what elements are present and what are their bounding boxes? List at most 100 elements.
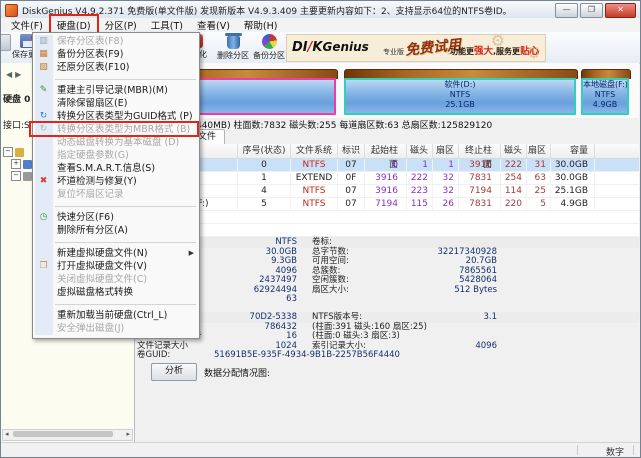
- backup-partition-button[interactable]: 备份分区: [249, 34, 289, 61]
- backup-partition-label: 备份分区: [253, 50, 285, 61]
- detail-value: 62924494: [212, 286, 297, 296]
- detail-value: 63: [212, 295, 297, 305]
- table-header-row: 序号(状态)文件系统标识起始柱面磁头扇区终止柱面磁头扇区容量: [134, 144, 639, 159]
- table-row[interactable]: 扩展分区1EXTEND0F39162223278312546330.0GB: [134, 172, 639, 185]
- column-header[interactable]: 标识: [338, 144, 365, 158]
- table-row[interactable]: 系统(C:)0NTFS0701139162223130.0GB: [134, 159, 639, 172]
- menu-item-open-vdisk-file[interactable]: ❐打开虚拟硬盘文件(V): [33, 260, 199, 273]
- column-header[interactable]: 扇区: [433, 144, 459, 158]
- menu-item-dynamic-to-basic[interactable]: 动态磁盘转换为基本磁盘 (D): [33, 136, 199, 149]
- detail-row: 62924494扇区大小:512 Bytes: [134, 286, 639, 296]
- table-cell: 1: [238, 172, 291, 184]
- partition-block[interactable]: 本地磁盘(F:)NTFS4.9GB: [581, 78, 629, 115]
- menu-item-convert-to-mbr[interactable]: ↻转换分区表类型为MBR格式 (B): [33, 123, 199, 136]
- backup-table-icon: ▦: [37, 48, 50, 61]
- menu-disk[interactable]: 硬盘(D): [50, 17, 98, 33]
- menu-item-restore-partition-table[interactable]: ▨ 还原分区表(F10): [33, 61, 199, 74]
- menu-item-delete-all-partitions[interactable]: 删除所有分区(A): [33, 224, 199, 237]
- detail-value: 51691B5E-935F-4934-9B1B-2257B56F4440: [212, 351, 400, 361]
- menu-item-new-vdisk-file[interactable]: 新建虚拟硬盘文件(N)▶: [33, 247, 199, 260]
- menu-item-save-partition-table[interactable]: ▥保存分区表(F8): [33, 35, 199, 48]
- detail-value: 512 Bytes: [427, 286, 497, 296]
- restore-table-icon: ▨: [37, 61, 50, 74]
- restore-button[interactable]: ❐: [580, 3, 603, 18]
- tree-node-partition[interactable]: +: [11, 159, 32, 169]
- menu-item-label: 快速分区(F6): [57, 212, 114, 223]
- scroll-right-icon[interactable]: ▸: [126, 430, 130, 439]
- menu-partition[interactable]: 分区(P): [98, 17, 144, 33]
- partition-block-label: 4.9GB: [583, 100, 627, 110]
- menu-item-label: 保存分区表(F8): [57, 36, 123, 47]
- column-header[interactable]: 序号(状态): [238, 144, 291, 158]
- nav-back-icon[interactable]: ◀: [6, 70, 15, 79]
- menu-item-close-vdisk-file[interactable]: 关闭虚拟硬盘文件(C): [33, 273, 199, 286]
- minimize-button[interactable]: —: [555, 3, 578, 18]
- detail-row: 卷GUID:51691B5E-935F-4934-9B1B-2257B56F44…: [134, 351, 639, 361]
- table-cell: 254: [501, 172, 527, 184]
- table-cell: 32: [433, 172, 459, 184]
- collapse-icon[interactable]: −: [3, 147, 13, 157]
- scroll-left-icon[interactable]: ◂: [5, 430, 9, 439]
- menu-item-set-disk-params[interactable]: 指定硬盘参数(G): [33, 149, 199, 162]
- menu-view[interactable]: 查看(V): [190, 17, 237, 33]
- menu-item-quick-partition[interactable]: ◷快速分区(F6): [33, 211, 199, 224]
- menu-item-clear-reserved-sectors[interactable]: 清除保留扇区(E): [33, 97, 199, 110]
- tree-node-disk[interactable]: −: [3, 147, 24, 157]
- detail-row: 30.0GB总字节数:32217340928: [134, 248, 639, 258]
- menu-tools[interactable]: 工具(T): [144, 17, 190, 33]
- close-button[interactable]: ✕: [605, 3, 636, 18]
- table-row[interactable]: 软件(D:)4NTFS0739162233271941142525.1GB: [134, 185, 639, 198]
- column-header[interactable]: 容量: [551, 144, 595, 158]
- menu-separator: [55, 237, 196, 243]
- menu-item-reset-bad-sector-record[interactable]: 复位坏扇区记录: [33, 188, 199, 201]
- submenu-arrow-icon: ▶: [189, 247, 194, 260]
- nav-arrows[interactable]: ◀▶: [6, 70, 24, 79]
- table-cell: 0: [238, 159, 291, 171]
- collapse-icon[interactable]: −: [11, 171, 21, 181]
- table-cell: 222: [407, 172, 433, 184]
- menu-item-label: 坏道检测与修复(Y): [57, 176, 137, 187]
- menu-item-label: 转换分区表类型为MBR格式 (B): [57, 124, 190, 135]
- menu-file[interactable]: 文件(F): [4, 17, 50, 33]
- column-header[interactable]: 磁头: [501, 144, 527, 158]
- menu-item-label: 还原分区表(F10): [57, 62, 129, 73]
- delete-partition-button[interactable]: 删除分区: [213, 34, 253, 61]
- column-header[interactable]: 扇区: [527, 144, 551, 158]
- column-header[interactable]: 起始柱面: [365, 144, 407, 158]
- column-header[interactable]: 终止柱面: [459, 144, 501, 158]
- table-cell: 1: [407, 159, 433, 171]
- rebuild-mbr-icon: ✎: [37, 84, 50, 97]
- menu-item-view-smart-info[interactable]: 查看S.M.A.R.T.信息(S): [33, 162, 199, 175]
- table-cell: EXTEND: [291, 172, 338, 184]
- column-header[interactable]: 磁头: [407, 144, 433, 158]
- nav-forward-icon[interactable]: ▶: [15, 70, 24, 79]
- partition-block-label: 软件(D:): [346, 80, 574, 90]
- table-cell: 4: [238, 185, 291, 197]
- table-cell: 07: [338, 198, 365, 210]
- detail-row: 4096总簇数:7865561: [134, 267, 639, 277]
- table-row[interactable]: 本地磁盘(F:)5NTFS07719411526783122054.9GB: [134, 198, 639, 211]
- menu-separator: [55, 201, 196, 207]
- menu-item-backup-partition-table[interactable]: ▦备份分区表(F9): [33, 48, 199, 61]
- menu-help[interactable]: 帮助(H): [237, 17, 285, 33]
- column-header[interactable]: 文件系统: [291, 144, 338, 158]
- detail-value: 3.1: [427, 312, 497, 323]
- menu-item-vdisk-format-convert[interactable]: 虚拟磁盘格式转换: [33, 286, 199, 299]
- table-cell: 0F: [338, 172, 365, 184]
- menu-item-safe-eject-disk[interactable]: 安全弹出磁盘(J): [33, 322, 199, 335]
- menu-bar: 文件(F) 硬盘(D) 分区(P) 工具(T) 查看(V) 帮助(H): [1, 18, 640, 33]
- scrollbar-thumb[interactable]: [13, 431, 113, 437]
- analyze-button[interactable]: 分析: [151, 363, 197, 381]
- horizontal-scrollbar[interactable]: ◂ ▸: [2, 429, 133, 441]
- backup-partition-icon: [262, 34, 277, 49]
- menu-item-rebuild-mbr[interactable]: ✎重建主引导记录(MBR)(M): [33, 84, 199, 97]
- expand-icon[interactable]: +: [11, 159, 21, 169]
- disk-label: 硬盘 0: [3, 92, 30, 105]
- partition-block[interactable]: 软件(D:)NTFS25.1GB: [344, 78, 576, 115]
- detail-value: [427, 237, 497, 248]
- ad-banner[interactable]: ⚙ ⚙ ⚙ DI/KGenius 专业版 免费试用 功能更强大,服务更贴心: [286, 34, 546, 62]
- menu-item-reload-current-disk[interactable]: 重新加载当前硬盘(Ctrl_L): [33, 309, 199, 322]
- tree-node-partition[interactable]: −: [11, 171, 32, 181]
- delete-partition-icon: [227, 36, 240, 49]
- menu-item-bad-sector-check[interactable]: ✖坏道检测与修复(Y): [33, 175, 199, 188]
